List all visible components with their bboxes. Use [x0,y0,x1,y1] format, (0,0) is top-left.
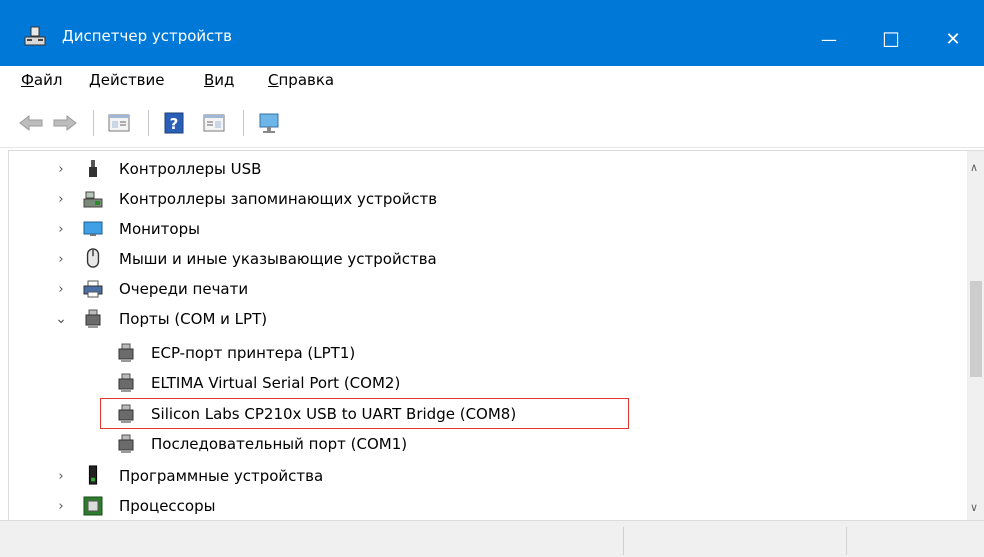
scroll-down-icon[interactable]: ∨ [970,501,978,514]
help-button[interactable]: ? [161,112,187,134]
tree-item-label: Процессоры [119,497,216,515]
chevron-right-icon[interactable]: › [54,282,68,297]
toolbar-separator [243,110,244,136]
tree-item-label: Контроллеры запоминающих устройств [119,190,438,208]
tree-item-label: Программные устройства [119,467,324,485]
status-separator [846,527,847,555]
forward-icon [53,114,77,132]
chevron-right-icon[interactable]: › [54,222,68,237]
vertical-scrollbar[interactable]: ∧ ∨ [967,151,984,521]
show-hidden-button[interactable] [201,112,227,134]
mouse-icon [86,248,100,268]
properties-button[interactable] [106,112,132,134]
chevron-right-icon[interactable]: › [54,252,68,267]
menu-help[interactable]: Справка [268,71,334,89]
toolbar-separator [148,110,149,136]
svg-text:?: ? [170,115,179,133]
chevron-right-icon[interactable]: › [54,499,68,514]
close-icon: ✕ [945,29,961,50]
port-icon [118,373,134,392]
toolbar: ? [0,96,984,148]
port-icon [118,434,134,453]
printer-icon [83,280,103,298]
back-button[interactable] [18,112,44,134]
device-manager-icon [24,26,46,46]
tree-item-label: Очереди печати [119,280,249,298]
tree-item-label: ELTIMA Virtual Serial Port (COM2) [151,374,401,392]
scan-hardware-button[interactable] [256,112,284,134]
window-title: Диспетчер устройств [62,27,233,45]
chevron-right-icon[interactable]: › [54,469,68,484]
forward-button[interactable] [52,112,78,134]
tree-item-label: Контроллеры USB [119,160,262,178]
port-icon [118,343,134,362]
menu-bar: Файл Действие Вид Справка [0,66,984,96]
tree-item-label: Мыши и иные указывающие устройства [119,250,437,268]
usb-icon [89,160,97,177]
chevron-down-icon[interactable]: ⌄ [54,311,68,327]
software-device-icon [88,465,98,485]
tree-item-label: Последовательный порт (COM1) [151,435,408,453]
chevron-right-icon[interactable]: › [54,192,68,207]
show-hidden-icon [203,114,225,132]
port-icon [85,309,101,328]
status-bar [0,520,984,557]
scrollbar-thumb[interactable] [970,281,982,377]
scroll-up-icon[interactable]: ∧ [970,161,978,174]
storage-controller-icon [83,191,103,208]
menu-view[interactable]: Вид [204,71,234,89]
help-icon: ? [164,112,184,134]
processor-icon [83,496,103,516]
properties-icon [108,114,130,132]
back-icon [19,114,43,132]
monitor-scan-icon [259,113,279,133]
menu-file[interactable]: Файл [21,71,62,89]
tree-item-label: ECP-порт принтера (LPT1) [151,344,356,362]
tree-item-label: Мониторы [119,220,200,238]
tree-item-label: Порты (COM и LPT) [119,310,268,328]
monitor-icon [83,221,103,236]
highlight-box [100,398,629,429]
device-tree[interactable]: › Контроллеры USB › Контроллеры запомина… [8,150,984,521]
chevron-right-icon[interactable]: › [54,162,68,177]
menu-action[interactable]: Действие [89,71,165,89]
toolbar-separator [93,110,94,136]
maximize-icon: ☐ [882,27,900,52]
status-separator [623,527,624,555]
minimize-icon: — [821,30,837,49]
